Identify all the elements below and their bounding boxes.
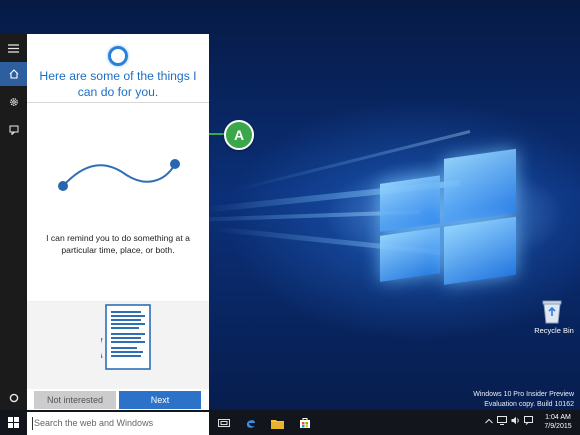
search-placeholder: Search the web and Windows bbox=[34, 418, 154, 428]
network-icon bbox=[497, 416, 507, 425]
watermark-line-2: Evaluation copy. Build 10162 bbox=[484, 401, 574, 408]
watermark-line-1: Windows 10 Pro Insider Preview bbox=[473, 391, 574, 398]
windows-start-icon bbox=[8, 417, 19, 428]
not-interested-button[interactable]: Not interested bbox=[34, 391, 116, 409]
nav-settings-button[interactable] bbox=[0, 90, 27, 114]
document-illustration bbox=[101, 304, 151, 370]
hamburger-icon bbox=[8, 43, 19, 53]
task-view-button[interactable] bbox=[215, 413, 233, 433]
action-center-button[interactable] bbox=[524, 416, 533, 427]
next-button[interactable]: Next bbox=[119, 391, 201, 409]
show-hidden-icons-button[interactable] bbox=[485, 416, 493, 426]
edge-icon bbox=[246, 420, 255, 428]
build-watermark: Windows 10 Pro Insider Preview Evaluatio… bbox=[473, 390, 574, 410]
task-view-icon bbox=[218, 419, 230, 427]
file-explorer-icon bbox=[270, 419, 284, 429]
taskbar-clock[interactable]: 1:04 AM 7/9/2015 bbox=[538, 413, 578, 431]
cortana-panel: Here are some of the things I can do for… bbox=[27, 34, 209, 410]
store-icon bbox=[300, 418, 310, 428]
home-icon bbox=[9, 69, 18, 79]
store-button[interactable] bbox=[296, 413, 314, 433]
network-button[interactable] bbox=[497, 416, 507, 427]
windows-hero-logo bbox=[380, 138, 520, 286]
taskbar-search-box[interactable]: Search the web and Windows bbox=[27, 412, 209, 435]
notification-icon bbox=[524, 416, 533, 425]
clock-date: 7/9/2015 bbox=[544, 423, 572, 430]
nav-home-button[interactable] bbox=[0, 62, 27, 86]
feedback-icon bbox=[9, 125, 18, 135]
file-explorer-button[interactable] bbox=[268, 413, 286, 433]
recycle-bin-label: Recycle Bin bbox=[534, 326, 574, 335]
reminder-wave-illustration bbox=[58, 159, 180, 191]
reminder-card bbox=[27, 103, 209, 301]
cortana-small-icon bbox=[9, 393, 18, 403]
cortana-ring-icon bbox=[108, 46, 128, 66]
hamburger-menu-button[interactable] bbox=[0, 36, 27, 60]
clock-time: 1:04 AM bbox=[545, 414, 571, 421]
cortana-header: Here are some of the things I can do for… bbox=[27, 34, 209, 102]
gear-icon bbox=[9, 98, 18, 106]
nav-feedback-button[interactable] bbox=[0, 118, 27, 142]
start-button[interactable] bbox=[0, 410, 27, 435]
recycle-bin-icon bbox=[542, 300, 562, 324]
cortana-circle-button[interactable] bbox=[0, 386, 27, 410]
reminder-description: I can remind you to do something at a pa… bbox=[46, 233, 190, 255]
volume-icon bbox=[511, 416, 519, 425]
volume-button[interactable] bbox=[511, 416, 521, 427]
cortana-headline: Here are some of the things I can do for… bbox=[39, 69, 197, 99]
text-cursor bbox=[32, 417, 33, 430]
cortana-nav-strip bbox=[0, 34, 27, 410]
edge-button[interactable] bbox=[242, 413, 260, 433]
callout-badge: A bbox=[224, 120, 254, 150]
chevron-up-icon bbox=[485, 418, 493, 424]
